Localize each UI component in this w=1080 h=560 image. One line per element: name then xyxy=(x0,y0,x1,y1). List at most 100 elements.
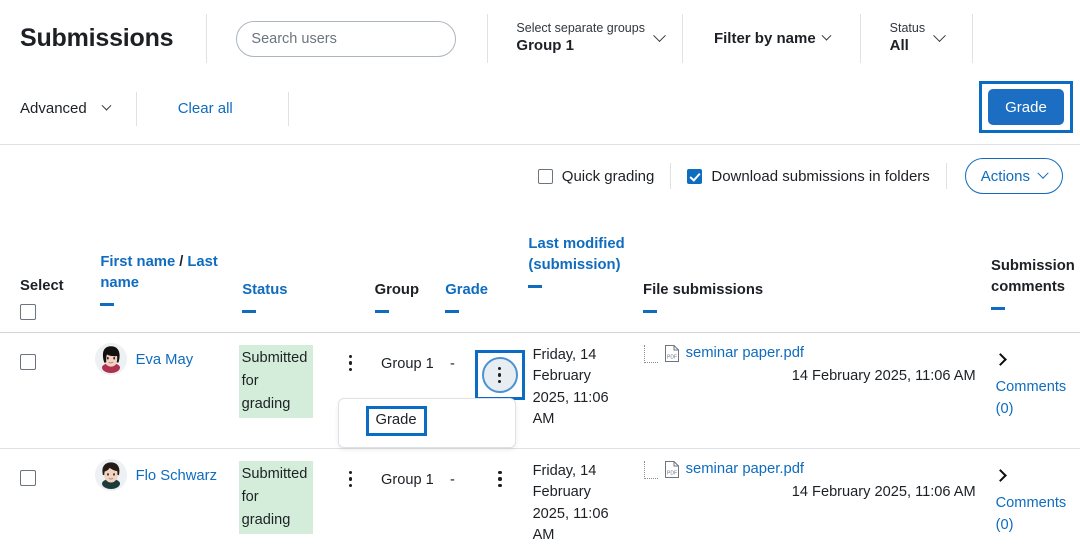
search-input[interactable] xyxy=(236,20,457,57)
grade-actions-menu-button[interactable] xyxy=(478,449,523,488)
grade-button-focus-ring: Grade xyxy=(979,81,1073,133)
row-select-checkbox[interactable] xyxy=(20,354,36,370)
grade-actions-menu-button[interactable] xyxy=(481,357,518,393)
row-status-cell: Submitted for grading xyxy=(237,449,332,544)
chevron-down-icon xyxy=(821,30,832,41)
sort-indicator-icon[interactable] xyxy=(445,310,460,313)
clear-all-button[interactable]: Clear all xyxy=(178,100,233,117)
header-status-spacer xyxy=(331,218,368,244)
download-in-folders-label: Download submissions in folders xyxy=(711,167,930,185)
header-last-modified-link[interactable]: Last modified (submission) xyxy=(528,236,624,273)
avatar xyxy=(94,343,127,375)
name-filter[interactable]: Filter by name xyxy=(683,0,860,77)
filter-toolbar: Advanced Clear all xyxy=(0,77,1080,140)
avatar xyxy=(94,459,127,491)
divider xyxy=(972,14,974,63)
grading-options-row: Quick grading Download submissions in fo… xyxy=(0,155,1080,197)
row-status-menu-cell xyxy=(332,333,369,372)
row-grade-menu-cell: Grade xyxy=(337,333,525,448)
table-row: Eva May Submitted for grading Group 1 - xyxy=(0,333,1080,448)
actions-label: Actions xyxy=(980,167,1030,185)
divider xyxy=(670,163,672,189)
row-last-modified-cell: Friday, 14 February 2025, 11:06 AM xyxy=(532,463,609,544)
header-file-submissions: File submissions xyxy=(633,218,985,323)
tree-connector-icon xyxy=(643,345,658,363)
header-grade-spacer xyxy=(477,218,522,244)
chevron-down-icon xyxy=(1037,167,1049,179)
sort-indicator-icon[interactable] xyxy=(990,307,1005,310)
row-group-cell: Group 1 xyxy=(381,356,434,372)
row-select-checkbox[interactable] xyxy=(20,470,36,486)
download-in-folders-option[interactable]: Download submissions in folders xyxy=(687,167,930,185)
comments-link[interactable]: Comments (0) xyxy=(996,493,1074,537)
group-filter[interactable]: Select separate groups Group 1 xyxy=(488,0,682,77)
divider xyxy=(945,163,947,189)
download-in-folders-checkbox[interactable] xyxy=(687,168,703,184)
status-actions-menu-button[interactable] xyxy=(332,449,369,488)
table-row: Flo Schwarz Submitted for grading Group … xyxy=(0,449,1080,560)
row-comments-cell: Comments (0) xyxy=(987,333,1080,431)
user-name-link[interactable]: Flo Schwarz xyxy=(136,459,217,487)
row-grade-menu-cell xyxy=(478,449,523,488)
header-group-label: Group xyxy=(374,282,420,298)
dropdown-item-grade[interactable]: Grade xyxy=(365,406,427,437)
divider xyxy=(206,14,208,63)
sort-indicator-icon[interactable] xyxy=(643,310,658,313)
row-last-modified-cell: Friday, 14 February 2025, 11:06 AM xyxy=(532,347,609,428)
row-grade-cell: - xyxy=(449,472,455,488)
pdf-file-icon: PDF xyxy=(664,461,679,478)
sort-indicator-icon[interactable] xyxy=(528,285,543,288)
tree-connector-icon xyxy=(643,461,658,479)
comments-link[interactable]: Comments (0) xyxy=(996,377,1074,421)
group-filter-value: Group 1 xyxy=(516,36,574,54)
row-status-cell: Submitted for grading xyxy=(237,333,332,428)
header-grade-link[interactable]: Grade xyxy=(445,282,488,298)
status-badge: Submitted for grading xyxy=(238,461,313,535)
name-filter-label: Filter by name xyxy=(713,30,816,47)
row-status-menu-cell xyxy=(332,449,369,488)
advanced-toggle[interactable]: Advanced xyxy=(20,100,112,117)
row-file-submissions-cell: PDF seminar paper.pdf 14 February 2025, … xyxy=(634,333,987,388)
header-first-name-link[interactable]: First name xyxy=(100,254,175,270)
quick-grading-option[interactable]: Quick grading xyxy=(537,167,655,185)
status-filter-value: All xyxy=(889,36,909,54)
chevron-down-icon xyxy=(653,29,666,43)
chevron-right-icon[interactable] xyxy=(993,469,1007,482)
header-select: Select xyxy=(0,218,94,337)
status-actions-menu-button[interactable] xyxy=(332,333,369,372)
sort-indicator-icon[interactable] xyxy=(100,303,115,306)
file-link[interactable]: seminar paper.pdf xyxy=(686,459,804,480)
grade-button[interactable]: Grade xyxy=(988,89,1064,125)
sort-indicator-icon[interactable] xyxy=(242,310,257,313)
quick-grading-label: Quick grading xyxy=(561,167,655,185)
divider xyxy=(287,91,289,126)
search-users-wrapper xyxy=(236,20,457,57)
header-group: Group xyxy=(369,218,440,323)
pdf-file-icon: PDF xyxy=(664,345,679,362)
submissions-table: Select First name / Last name Status Gro… xyxy=(0,218,1080,560)
header-status-link[interactable]: Status xyxy=(242,282,287,298)
actions-button[interactable]: Actions xyxy=(964,158,1063,194)
chevron-right-icon[interactable] xyxy=(993,353,1007,366)
row-comments-cell: Comments (0) xyxy=(987,449,1080,547)
status-filter-text: Status All xyxy=(890,21,925,55)
grade-actions-dropdown: Grade xyxy=(337,398,516,448)
sort-indicator-icon[interactable] xyxy=(374,310,389,313)
row-grade-cell: - xyxy=(449,356,455,372)
page-title: Submissions xyxy=(20,24,174,52)
header-status: Status xyxy=(236,218,331,323)
status-filter[interactable]: Status All xyxy=(861,0,972,77)
svg-text:PDF: PDF xyxy=(667,355,677,361)
row-group-cell: Group 1 xyxy=(381,472,434,488)
header-select-label: Select xyxy=(20,278,64,294)
divider xyxy=(135,91,137,126)
row-file-submissions-cell: PDF seminar paper.pdf 14 February 2025, … xyxy=(634,449,987,504)
file-link[interactable]: seminar paper.pdf xyxy=(686,343,804,364)
header-last-modified: Last modified (submission) xyxy=(522,218,633,298)
status-badge: Submitted for grading xyxy=(238,345,313,419)
row-name-cell: Eva May xyxy=(94,333,237,375)
quick-grading-checkbox[interactable] xyxy=(537,168,553,184)
select-all-checkbox[interactable] xyxy=(20,304,88,327)
row-select-cell xyxy=(0,333,95,387)
user-name-link[interactable]: Eva May xyxy=(136,343,194,371)
